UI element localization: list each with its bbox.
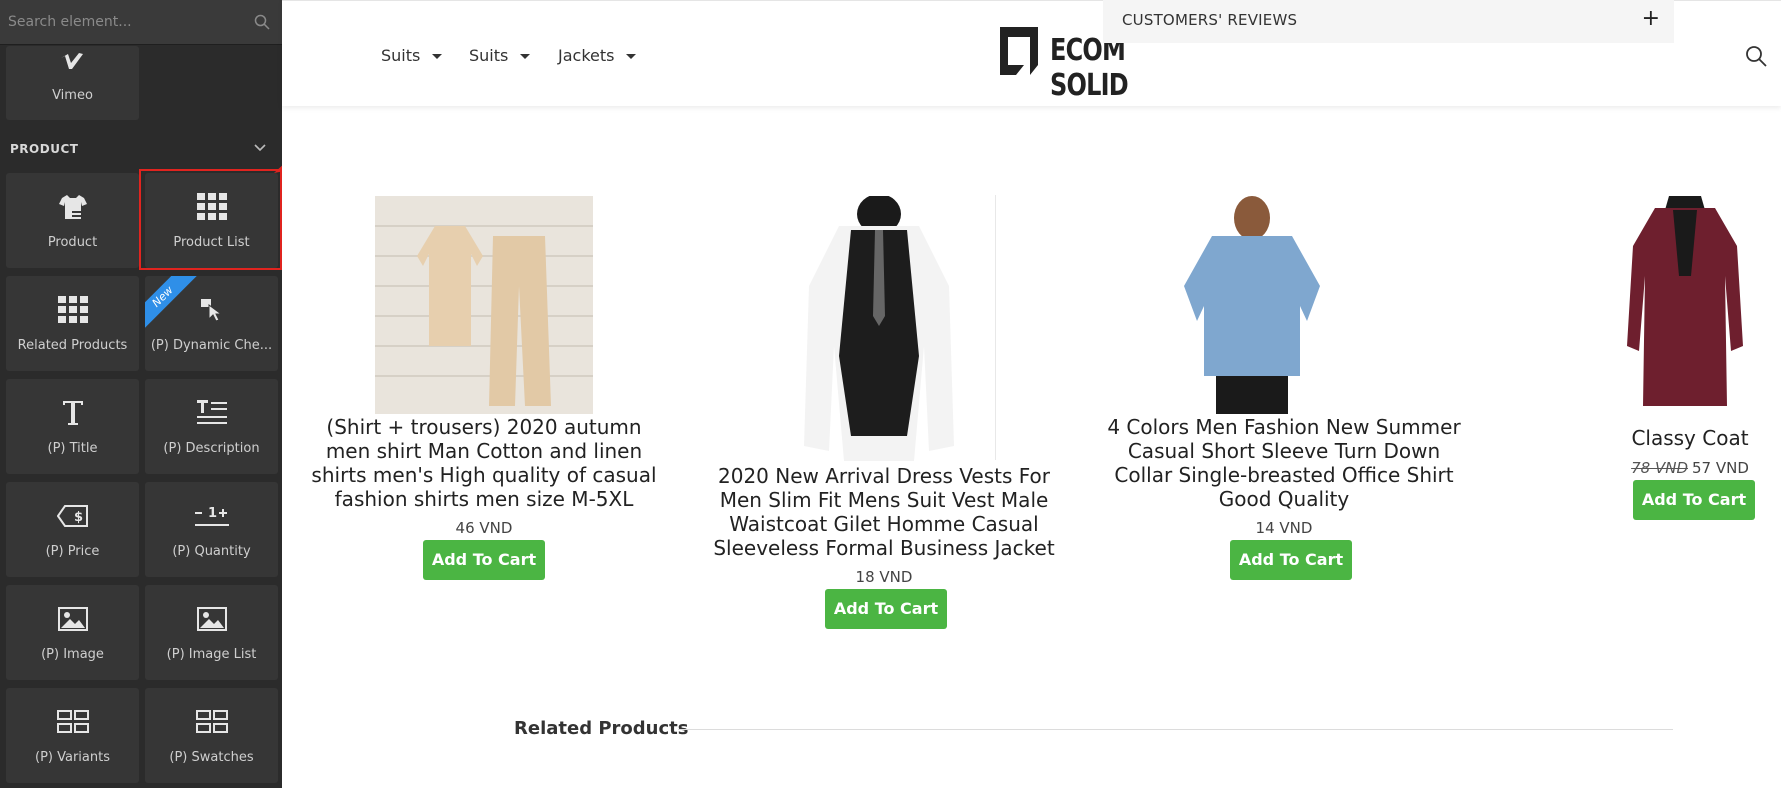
tile-p-price[interactable]: $ (P) Price: [6, 482, 139, 577]
nav-item-suits[interactable]: Suits: [381, 46, 443, 65]
search-element-input[interactable]: [8, 11, 248, 33]
product-image[interactable]: [1182, 196, 1322, 414]
vimeo-icon: [6, 46, 139, 78]
search-icon[interactable]: [254, 14, 270, 30]
image-icon: [6, 603, 139, 635]
highlight-annotation: [139, 169, 282, 270]
product-price: 18 VND: [855, 568, 913, 586]
tile-product[interactable]: Product: [6, 173, 139, 268]
tile-p-swatches[interactable]: (P) Swatches: [145, 688, 278, 783]
price-tag-icon: $: [6, 500, 139, 532]
related-products-heading: Related Products: [514, 718, 689, 739]
svg-text:1: 1: [208, 506, 217, 521]
add-to-cart-button[interactable]: Add To Cart: [1633, 480, 1755, 520]
shirt-icon: [6, 191, 139, 223]
tile-p-description[interactable]: (P) Description: [145, 379, 278, 474]
customers-reviews-tab[interactable]: CUSTOMERS' REVIEWS +: [1103, 0, 1674, 43]
caret-down-icon: [520, 54, 531, 59]
nav-label: Jackets: [558, 46, 615, 65]
element-sidebar: Vimeo PRODUCT Product Product List Relat…: [0, 0, 282, 788]
product-price: 14 VND: [1255, 519, 1313, 537]
add-to-cart-button[interactable]: Add To Cart: [423, 540, 545, 580]
product-title[interactable]: 4 Colors Men Fashion New Summer Casual S…: [1102, 415, 1466, 511]
product-image[interactable]: [1625, 196, 1745, 414]
variants-icon: [6, 706, 139, 738]
nav-item-suits-2[interactable]: Suits: [469, 46, 531, 65]
tile-p-variants[interactable]: (P) Variants: [6, 688, 139, 783]
editor-root: Vimeo PRODUCT Product Product List Relat…: [0, 0, 1781, 788]
tile-label: (P) Dynamic Che...: [150, 338, 273, 353]
tile-p-title[interactable]: (P) Title: [6, 379, 139, 474]
tile-p-image-list[interactable]: (P) Image List: [145, 585, 278, 680]
nav-item-jackets[interactable]: Jackets: [558, 46, 637, 65]
tile-p-quantity[interactable]: 1 (P) Quantity: [145, 482, 278, 577]
description-icon: [145, 397, 278, 429]
image-icon: [145, 603, 278, 635]
pointer-icon: [145, 294, 278, 326]
add-to-cart-button[interactable]: Add To Cart: [1230, 540, 1352, 580]
sidebar-search: [0, 0, 282, 45]
tile-label: (P) Variants: [35, 750, 110, 765]
tile-label: (P) Title: [47, 441, 98, 456]
tile-label: Related Products: [17, 338, 128, 353]
chevron-down-icon[interactable]: [252, 140, 268, 156]
caret-down-icon: [432, 54, 443, 59]
tile-label: (P) Quantity: [172, 544, 251, 559]
grid-icon: [6, 294, 139, 326]
product-image[interactable]: [779, 196, 979, 461]
logo-text: ECOM SOLID: [1050, 33, 1129, 103]
caret-down-icon: [626, 54, 637, 59]
old-price: 78 VND: [1631, 459, 1688, 477]
product-title[interactable]: (Shirt + trousers) 2020 autumn men shirt…: [302, 415, 666, 511]
product-price-group: 78 VND 57 VND: [1612, 459, 1768, 477]
add-to-cart-button[interactable]: Add To Cart: [825, 589, 947, 629]
column-divider: [995, 195, 996, 460]
page-preview: Suits Suits Jackets ECOM SOLID CUSTOMERS…: [282, 0, 1781, 788]
divider: [678, 729, 1673, 730]
tile-label: (P) Description: [163, 441, 260, 456]
nav-label: Suits: [381, 46, 421, 65]
variants-icon: [145, 706, 278, 738]
tile-dynamic-checkout[interactable]: New (P) Dynamic Che...: [145, 276, 278, 371]
section-title-product: PRODUCT: [10, 142, 79, 156]
quantity-icon: 1: [145, 500, 278, 532]
product-price: 57 VND: [1692, 459, 1749, 477]
tile-label: Vimeo: [52, 88, 93, 103]
product-title[interactable]: 2020 New Arrival Dress Vests For Men Sli…: [702, 464, 1066, 560]
tile-p-image[interactable]: (P) Image: [6, 585, 139, 680]
tile-label: Product: [47, 235, 98, 250]
tile-label: (P) Swatches: [169, 750, 254, 765]
tile-related-products[interactable]: Related Products: [6, 276, 139, 371]
tile-label: (P) Price: [45, 544, 100, 559]
tile-vimeo[interactable]: Vimeo: [6, 46, 139, 120]
reviews-label: CUSTOMERS' REVIEWS: [1122, 11, 1298, 29]
plus-icon[interactable]: +: [1642, 6, 1660, 31]
tile-label: (P) Image List: [166, 647, 257, 662]
nav-label: Suits: [469, 46, 509, 65]
search-icon[interactable]: [1745, 45, 1767, 67]
logo-mark-icon: [1000, 27, 1038, 75]
title-icon: [6, 397, 139, 429]
tile-label: (P) Image: [41, 647, 104, 662]
product-price: 46 VND: [455, 519, 513, 537]
svg-text:$: $: [74, 510, 83, 525]
product-title[interactable]: Classy Coat: [1625, 426, 1755, 450]
product-image[interactable]: [375, 196, 593, 414]
